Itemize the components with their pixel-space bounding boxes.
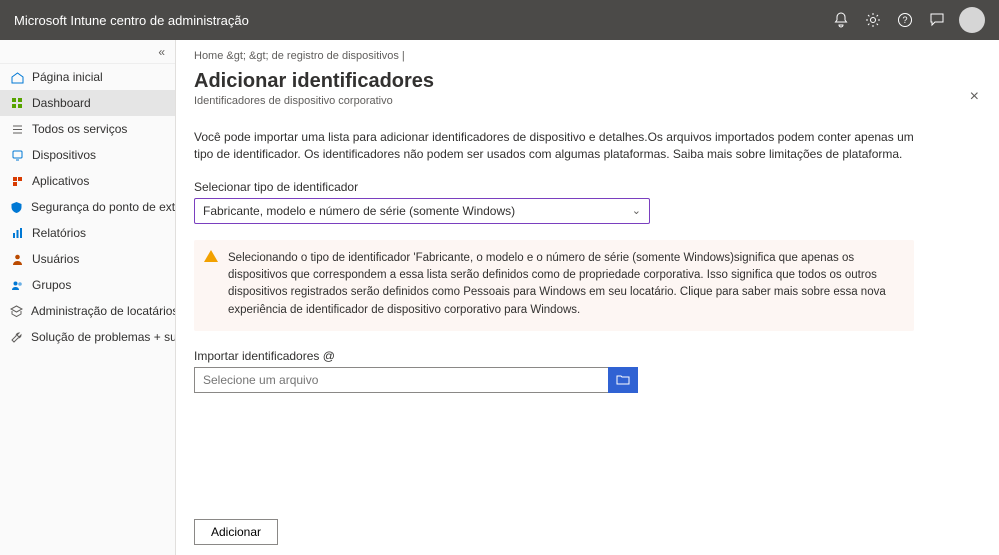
- report-icon: [10, 226, 24, 240]
- feedback-icon[interactable]: [921, 4, 953, 36]
- chevron-down-icon: ⌄: [632, 204, 641, 217]
- dashboard-icon: [10, 96, 24, 110]
- app-title: Microsoft Intune centro de administração: [14, 13, 249, 28]
- svg-text:?: ?: [902, 15, 907, 25]
- apps-icon: [10, 174, 24, 188]
- warning-icon: [204, 250, 218, 262]
- add-button[interactable]: Adicionar: [194, 519, 278, 545]
- sidebar-item-users[interactable]: Usuários: [0, 246, 175, 272]
- intro-text: Você pode importar uma lista para adicio…: [194, 129, 914, 164]
- warning-banner: Selecionando o tipo de identificador 'Fa…: [194, 240, 914, 331]
- file-select-input[interactable]: [194, 367, 608, 393]
- identifier-type-label: Selecionar tipo de identificador: [194, 180, 979, 194]
- sidebar-item-label: Segurança do ponto de extremidade: [31, 200, 175, 214]
- sidebar-item-label: Dispositivos: [32, 148, 96, 162]
- identifier-type-value: Fabricante, modelo e número de série (so…: [203, 204, 515, 218]
- sidebar-item-endpoint-security[interactable]: Segurança do ponto de extremidade: [0, 194, 175, 220]
- help-icon[interactable]: ?: [889, 4, 921, 36]
- import-label: Importar identificadores @: [194, 349, 979, 363]
- top-bar: Microsoft Intune centro de administração…: [0, 0, 999, 40]
- close-icon[interactable]: ×: [970, 88, 979, 106]
- sidebar-item-all-services[interactable]: Todos os serviços: [0, 116, 175, 142]
- sidebar-item-label: Administração de locatários: [31, 304, 175, 318]
- sidebar-item-label: Usuários: [32, 252, 79, 266]
- list-icon: [10, 122, 24, 136]
- sidebar-item-reports[interactable]: Relatórios: [0, 220, 175, 246]
- group-icon: [10, 278, 24, 292]
- breadcrumb[interactable]: Home &gt; &gt; de registro de dispositiv…: [194, 50, 979, 62]
- sidebar-item-dashboard[interactable]: Dashboard: [0, 90, 175, 116]
- sidebar-item-label: Página inicial: [32, 70, 103, 84]
- user-avatar[interactable]: [959, 7, 985, 33]
- sidebar-item-label: Grupos: [32, 278, 71, 292]
- settings-icon[interactable]: [857, 4, 889, 36]
- sidebar-item-groups[interactable]: Grupos: [0, 272, 175, 298]
- folder-icon: [616, 373, 630, 387]
- sidebar-item-label: Todos os serviços: [32, 122, 127, 136]
- sidebar-item-label: Solução de problemas + suporte: [31, 330, 175, 344]
- sidebar-item-label: Relatórios: [32, 226, 86, 240]
- page-subtitle: Identificadores de dispositivo corporati…: [194, 95, 979, 107]
- wrench-icon: [10, 330, 23, 344]
- notifications-icon[interactable]: [825, 4, 857, 36]
- user-icon: [10, 252, 24, 266]
- content-pane: Home &gt; &gt; de registro de dispositiv…: [176, 40, 999, 555]
- tenant-icon: [10, 304, 23, 318]
- sidebar-item-tenant-admin[interactable]: Administração de locatários: [0, 298, 175, 324]
- sidebar-item-label: Dashboard: [32, 96, 91, 110]
- sidebar: « Página inicial Dashboard Todos os serv…: [0, 40, 176, 555]
- browse-file-button[interactable]: [608, 367, 638, 393]
- sidebar-collapse[interactable]: «: [0, 40, 175, 64]
- sidebar-item-home[interactable]: Página inicial: [0, 64, 175, 90]
- identifier-type-select[interactable]: Fabricante, modelo e número de série (so…: [194, 198, 650, 224]
- warning-text: Selecionando o tipo de identificador 'Fa…: [228, 252, 886, 316]
- sidebar-item-label: Aplicativos: [32, 174, 89, 188]
- device-icon: [10, 148, 24, 162]
- sidebar-item-devices[interactable]: Dispositivos: [0, 142, 175, 168]
- home-icon: [10, 70, 24, 84]
- sidebar-item-troubleshoot[interactable]: Solução de problemas + suporte: [0, 324, 175, 350]
- shield-icon: [10, 200, 23, 214]
- sidebar-item-apps[interactable]: Aplicativos: [0, 168, 175, 194]
- page-title: Adicionar identificadores: [194, 70, 979, 93]
